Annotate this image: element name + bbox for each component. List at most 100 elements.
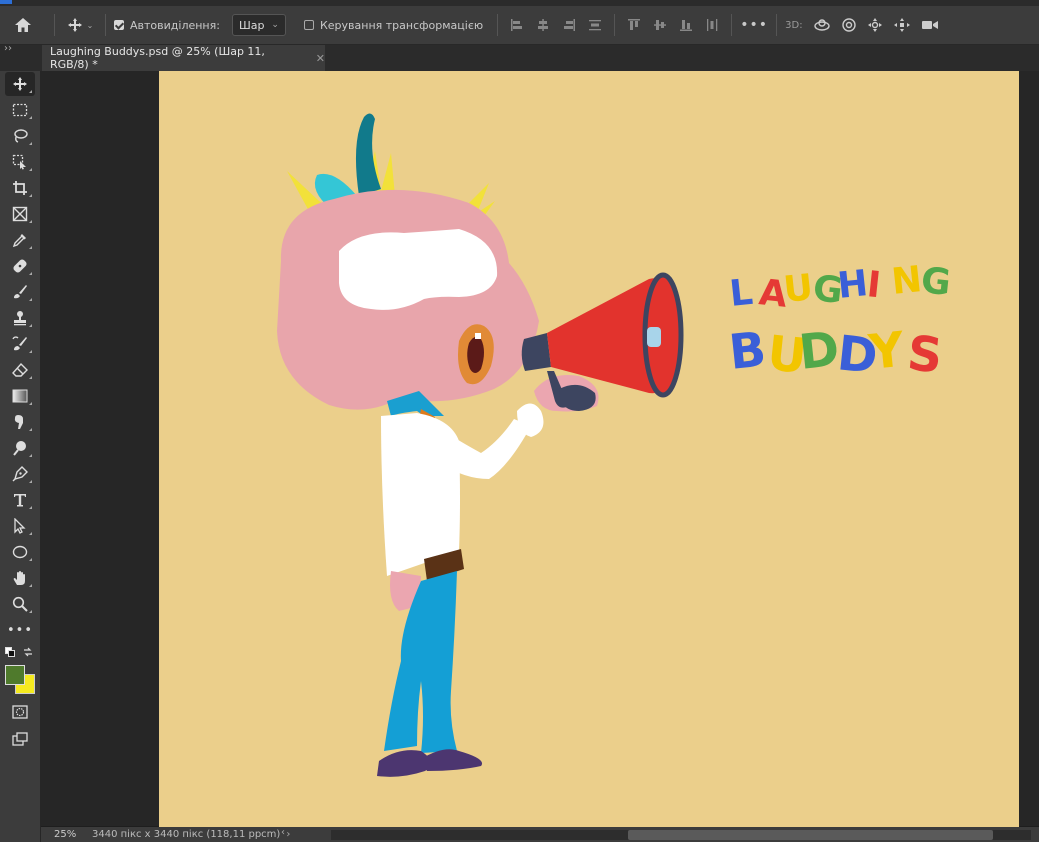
collapse-panel-icon[interactable]: ›› <box>4 43 12 54</box>
more-options-button[interactable]: ••• <box>740 17 768 33</box>
artwork-letter: L <box>728 272 755 315</box>
divider <box>614 14 616 36</box>
screen-mode-icon <box>12 732 28 746</box>
stamp-icon <box>14 311 26 326</box>
hand-icon <box>13 571 25 585</box>
auto-select-checkbox[interactable] <box>114 20 124 30</box>
artwork-letter: I <box>865 264 883 306</box>
3d-mode-label: 3D: <box>785 19 803 31</box>
camera-3d-icon[interactable] <box>921 18 939 32</box>
layer-select-value: Шар <box>238 18 265 32</box>
clone-stamp-tool[interactable] <box>5 306 35 330</box>
foreground-color-swatch[interactable] <box>5 665 25 685</box>
artwork-letter: S <box>905 325 945 384</box>
eraser-icon <box>12 362 28 377</box>
options-bar: ⌄ Автовиділення: Шар ⌄ Керування трансфо… <box>0 6 1039 45</box>
healing-brush-tool[interactable] <box>5 254 35 278</box>
smudge-icon <box>14 415 23 429</box>
edit-toolbar-button[interactable]: ••• <box>5 618 35 642</box>
eraser-tool[interactable] <box>5 358 35 382</box>
orbit-3d-icon[interactable] <box>813 17 831 33</box>
auto-select-toggle[interactable]: Автовиділення: <box>114 19 220 32</box>
crop-tool[interactable] <box>5 176 35 200</box>
transform-controls-checkbox[interactable] <box>303 20 314 30</box>
move-icon <box>67 18 82 32</box>
gradient-tool[interactable] <box>5 384 35 408</box>
move-tool-preset[interactable]: ⌄ <box>63 17 97 33</box>
distribute-horizontal-icon[interactable] <box>705 18 719 32</box>
zoom-icon <box>12 596 28 612</box>
megaphone-mouthpiece <box>521 333 551 371</box>
object-selection-icon <box>12 154 26 170</box>
hand-tool[interactable] <box>5 566 35 590</box>
align-left-icon[interactable] <box>510 18 524 32</box>
brush-icon <box>14 285 27 299</box>
quick-mask-icon <box>12 705 28 719</box>
brush-tool[interactable] <box>5 280 35 304</box>
align-middle-icon[interactable] <box>653 18 667 32</box>
align-group <box>510 18 602 32</box>
zoom-level[interactable]: 25% <box>54 829 86 840</box>
tooth <box>475 333 481 339</box>
distribute-vertical-icon[interactable] <box>588 18 602 32</box>
document-tab-row: ›› Laughing Buddys.psd @ 25% (Шар 11, RG… <box>0 43 1039 71</box>
transform-controls-toggle[interactable]: Керування трансформацією <box>303 19 483 32</box>
align-bottom-icon[interactable] <box>679 18 693 32</box>
artwork-illustration: L AUGHI NG BUDDYS <box>277 113 953 777</box>
status-bar: 25% 3440 пікс x 3440 пікс (118,11 ppcm) … <box>41 827 1039 842</box>
swap-colors-icon[interactable] <box>23 647 33 657</box>
lasso-icon <box>14 129 28 143</box>
align-center-icon[interactable] <box>536 18 550 32</box>
quick-mask-button[interactable] <box>5 700 35 724</box>
pen-tool[interactable] <box>5 462 35 486</box>
lasso-tool[interactable] <box>5 124 35 148</box>
frame-tool[interactable] <box>5 202 35 226</box>
document-tab[interactable]: Laughing Buddys.psd @ 25% (Шар 11, RGB/8… <box>42 45 325 71</box>
move-tool[interactable] <box>5 72 35 96</box>
artwork-title-line1: L AUGHI NG <box>728 259 953 316</box>
align-top-icon[interactable] <box>627 18 641 32</box>
horizontal-scrollbar[interactable] <box>331 830 1031 840</box>
chevron-down-icon: ⌄ <box>86 20 94 30</box>
path-selection-tool[interactable] <box>5 514 35 538</box>
pen-icon <box>12 466 28 482</box>
tools-panel: ••• <box>0 71 41 842</box>
marquee-tool[interactable] <box>5 98 35 122</box>
home-button[interactable] <box>0 17 46 33</box>
document-canvas[interactable]: LAUGHING BUDDYS <box>159 71 1019 827</box>
zoom-tool[interactable] <box>5 592 35 616</box>
type-tool[interactable] <box>5 488 35 512</box>
artwork-letter: B <box>726 321 768 381</box>
layer-select-dropdown[interactable]: Шар ⌄ <box>231 14 286 36</box>
divider <box>731 14 733 36</box>
history-brush-icon <box>12 336 27 351</box>
frame-icon <box>12 206 28 222</box>
bandage-icon <box>13 259 27 273</box>
dodge-tool[interactable] <box>5 436 35 460</box>
eyedropper-tool[interactable] <box>5 228 35 252</box>
object-selection-tool[interactable] <box>5 150 35 174</box>
auto-select-label: Автовиділення: <box>130 18 220 32</box>
ellipse-tool[interactable] <box>5 540 35 564</box>
type-icon <box>14 494 26 507</box>
artwork-letter: G <box>919 260 953 304</box>
smudge-tool[interactable] <box>5 410 35 434</box>
screen-mode-button[interactable] <box>5 727 35 751</box>
document-size-info: 3440 пікс x 3440 пікс (118,11 ppcm) <box>92 829 281 840</box>
more-icon: ••• <box>740 17 769 33</box>
megaphone-light <box>647 327 661 347</box>
scroll-left-icon[interactable]: ‹ <box>281 827 285 838</box>
pan-3d-icon[interactable] <box>867 17 883 33</box>
divider <box>497 14 499 36</box>
roll-3d-icon[interactable] <box>841 17 857 33</box>
move-icon <box>13 77 27 91</box>
app-icon <box>0 0 12 4</box>
divider <box>776 14 778 36</box>
history-brush-tool[interactable] <box>5 332 35 356</box>
align-right-icon[interactable] <box>562 18 576 32</box>
close-icon[interactable]: ✕ <box>316 52 325 65</box>
slide-3d-icon[interactable] <box>893 17 911 33</box>
scrollbar-thumb[interactable] <box>628 830 993 840</box>
chevron-right-icon[interactable]: › <box>286 829 290 840</box>
default-colors-icon[interactable] <box>5 647 15 657</box>
